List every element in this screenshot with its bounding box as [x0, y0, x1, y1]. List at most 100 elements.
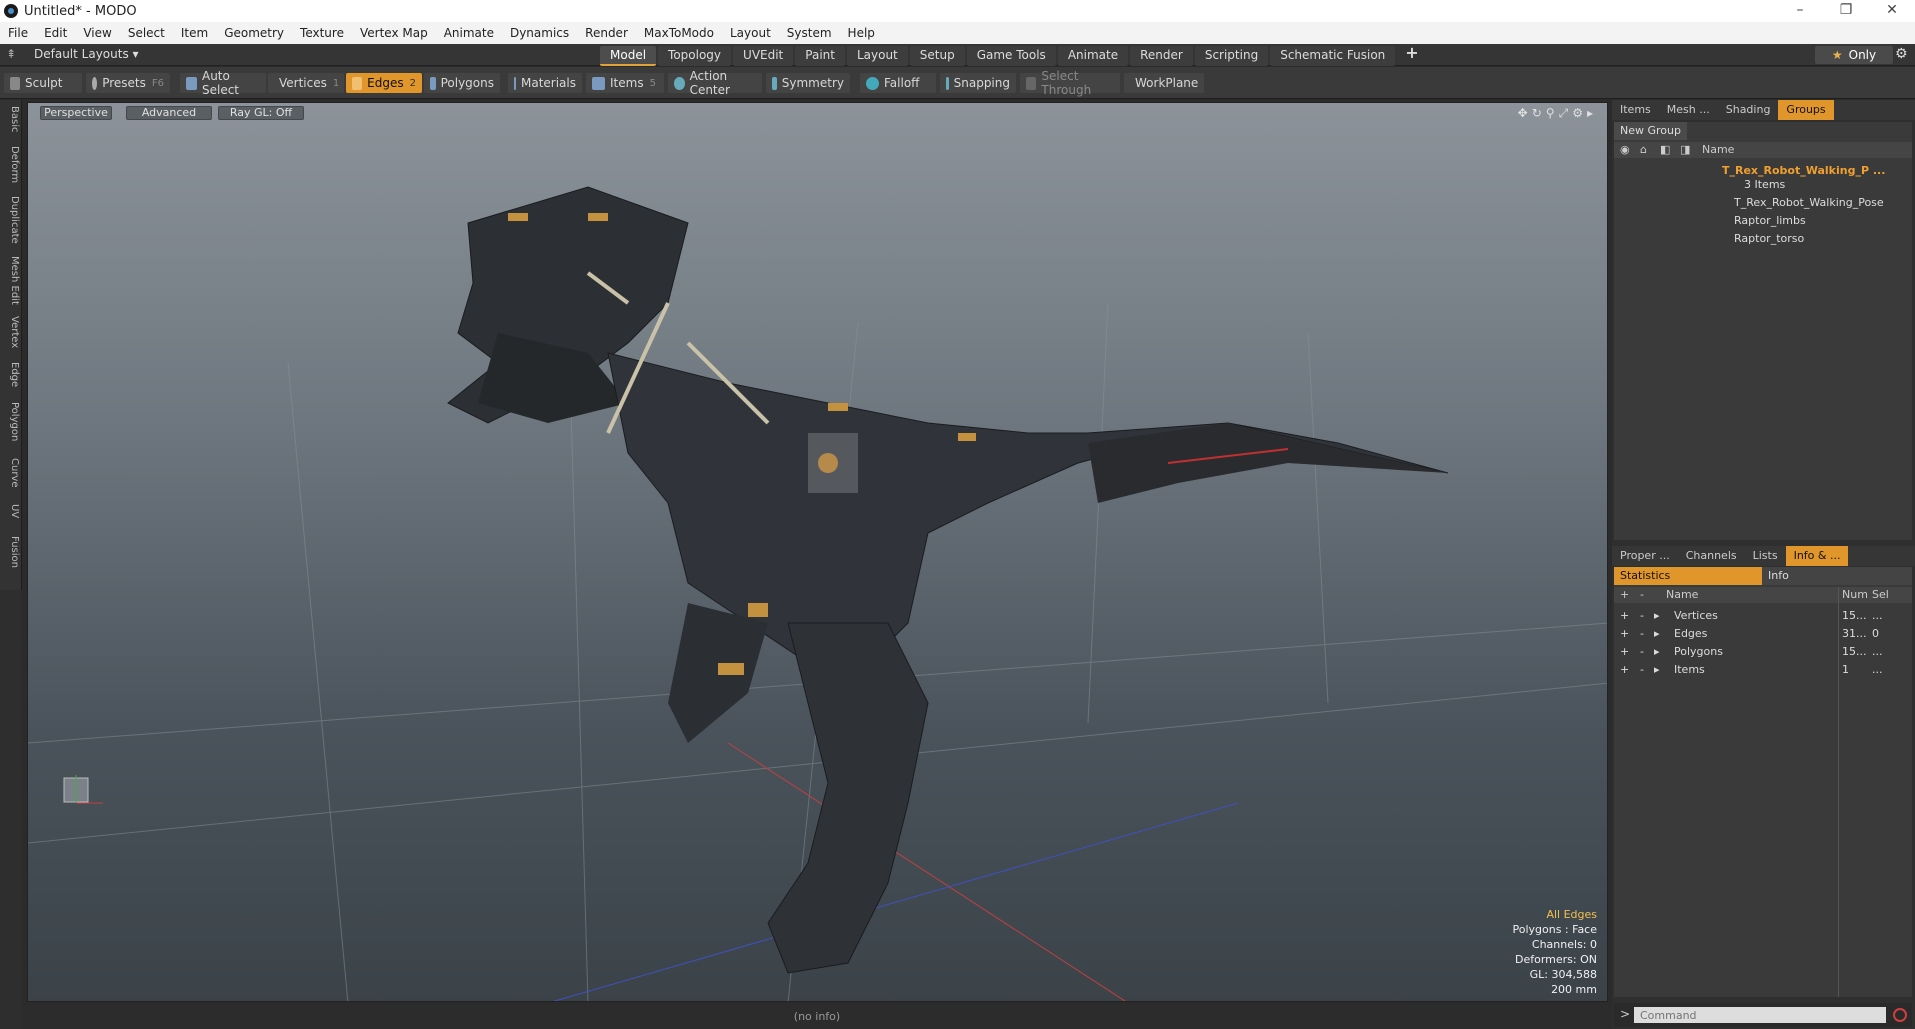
tab-scripting[interactable]: Scripting	[1194, 46, 1269, 66]
materials-button[interactable]: Materials	[508, 73, 582, 93]
rotate-icon[interactable]: ↻	[1532, 106, 1542, 121]
3d-viewport[interactable]: Perspective Advanced Ray GL: Off ✥ ↻ ⚲ ⤢…	[27, 102, 1608, 1002]
tab-schematic-fusion[interactable]: Schematic Fusion	[1270, 46, 1396, 66]
edges-button[interactable]: Edges 2	[346, 73, 422, 93]
tab-properties[interactable]: Proper ...	[1612, 546, 1678, 566]
tab-game-tools[interactable]: Game Tools	[966, 46, 1056, 66]
menu-vertex-map[interactable]: Vertex Map	[352, 26, 436, 40]
pan-icon[interactable]: ✥	[1518, 106, 1528, 121]
tab-animate[interactable]: Animate	[1057, 46, 1129, 66]
menu-animate[interactable]: Animate	[436, 26, 502, 40]
menu-render[interactable]: Render	[577, 26, 636, 40]
menu-texture[interactable]: Texture	[292, 26, 352, 40]
menu-maxtomodo[interactable]: MaxToModo	[636, 26, 722, 40]
list-item[interactable]: T_Rex_Robot_Walking_Pose	[1614, 194, 1912, 212]
record-icon[interactable]	[1893, 1008, 1907, 1022]
tooltab-uv[interactable]: UV	[2, 504, 20, 518]
collapse-minus[interactable]: -	[1640, 609, 1644, 622]
advanced-button[interactable]: Advanced	[126, 106, 212, 120]
tab-info-statistics[interactable]: Info & ...	[1785, 546, 1849, 566]
fit-icon[interactable]: ⤢	[1559, 106, 1569, 121]
menu-item[interactable]: Item	[173, 26, 216, 40]
expand-plus[interactable]: +	[1620, 645, 1629, 658]
sculpt-button[interactable]: Sculpt	[4, 73, 82, 93]
menu-select[interactable]: Select	[120, 26, 173, 40]
triangle-icon[interactable]: ▸	[1654, 663, 1660, 676]
only-button[interactable]: ★ Only	[1815, 46, 1893, 64]
tab-model[interactable]: Model	[600, 46, 657, 66]
statistics-tab[interactable]: Statistics	[1614, 567, 1762, 585]
table-row[interactable]: + - ▸ Items 1 ...	[1614, 661, 1912, 679]
table-row[interactable]: + - ▸ Edges 31... 0	[1614, 625, 1912, 643]
tab-render[interactable]: Render	[1130, 46, 1193, 66]
viewport-expand-icon[interactable]: ▸	[1587, 106, 1593, 121]
expand-plus[interactable]: +	[1620, 609, 1629, 622]
tab-groups[interactable]: Groups	[1778, 100, 1834, 120]
symmetry-button[interactable]: Symmetry	[766, 73, 850, 93]
expand-plus[interactable]: +	[1620, 627, 1629, 640]
perspective-button[interactable]: Perspective	[40, 106, 112, 120]
close-button[interactable]: ✕	[1869, 0, 1915, 22]
menu-dynamics[interactable]: Dynamics	[502, 26, 577, 40]
tab-paint[interactable]: Paint	[795, 46, 845, 66]
menu-system[interactable]: System	[779, 26, 840, 40]
menu-view[interactable]: View	[75, 26, 119, 40]
vertices-button[interactable]: Vertices 1	[268, 73, 344, 93]
falloff-button[interactable]: Falloff	[860, 73, 936, 93]
tooltab-curve[interactable]: Curve	[2, 458, 20, 488]
triangle-icon[interactable]: ▸	[1654, 627, 1660, 640]
menu-edit[interactable]: Edit	[36, 26, 75, 40]
new-group-button[interactable]: New Group	[1614, 122, 1687, 140]
tab-topology[interactable]: Topology	[658, 46, 732, 66]
select-through-button[interactable]: Select Through	[1020, 69, 1120, 97]
command-input[interactable]	[1634, 1007, 1886, 1023]
menu-file[interactable]: File	[0, 26, 36, 40]
workplane-button[interactable]: WorkPlane	[1124, 73, 1204, 93]
presets-button[interactable]: Presets F6	[86, 73, 170, 93]
polygons-button[interactable]: Polygons	[424, 73, 500, 93]
collapse-minus[interactable]: -	[1640, 645, 1644, 658]
tooltab-basic[interactable]: Basic	[2, 106, 20, 132]
list-item[interactable]: Raptor_limbs	[1614, 212, 1912, 230]
info-tab[interactable]: Info	[1768, 567, 1789, 585]
add-tab-button[interactable]: +	[1397, 45, 1426, 66]
minimize-button[interactable]: –	[1777, 0, 1823, 22]
tab-shading[interactable]: Shading	[1718, 100, 1779, 120]
tab-layout[interactable]: Layout	[846, 46, 908, 66]
triangle-icon[interactable]: ▸	[1654, 609, 1660, 622]
collapse-minus[interactable]: -	[1640, 663, 1644, 676]
menu-geometry[interactable]: Geometry	[216, 26, 292, 40]
tab-mesh[interactable]: Mesh ...	[1659, 100, 1718, 120]
tab-uvedit[interactable]: UVEdit	[733, 46, 794, 66]
collapse-minus[interactable]: -	[1640, 627, 1644, 640]
table-row[interactable]: + - ▸ Polygons 15... ...	[1614, 643, 1912, 661]
expand-plus[interactable]: +	[1620, 663, 1629, 676]
layout-pin-icon[interactable]: ⇞	[6, 47, 20, 61]
tab-lists[interactable]: Lists	[1745, 546, 1786, 566]
ray-gl-button[interactable]: Ray GL: Off	[218, 106, 304, 120]
viewport-settings-icon[interactable]: ⚙	[1572, 106, 1583, 121]
tooltab-fusion[interactable]: Fusion	[2, 536, 20, 568]
t-rex-robot-model[interactable]	[447, 186, 1449, 974]
tooltab-polygon[interactable]: Polygon	[2, 402, 20, 441]
tooltab-vertex[interactable]: Vertex	[2, 316, 20, 348]
items-button[interactable]: Items 5	[586, 73, 664, 93]
list-item[interactable]: Raptor_torso	[1614, 230, 1912, 248]
auto-select-button[interactable]: Auto Select	[180, 69, 266, 97]
menu-layout[interactable]: Layout	[722, 26, 779, 40]
triangle-icon[interactable]: ▸	[1654, 645, 1660, 658]
tab-channels[interactable]: Channels	[1678, 546, 1745, 566]
maximize-button[interactable]: ❐	[1823, 0, 1869, 22]
tab-items[interactable]: Items	[1612, 100, 1659, 120]
action-center-button[interactable]: Action Center	[668, 69, 762, 97]
tooltab-duplicate[interactable]: Duplicate	[2, 196, 20, 244]
table-row[interactable]: + - ▸ Vertices 15... ...	[1614, 607, 1912, 625]
menu-help[interactable]: Help	[840, 26, 883, 40]
snapping-button[interactable]: Snapping	[940, 73, 1016, 93]
layouts-dropdown[interactable]: Default Layouts ▾	[34, 47, 139, 61]
gear-icon[interactable]: ⚙	[1895, 46, 1908, 62]
tooltab-edge[interactable]: Edge	[2, 362, 20, 387]
tooltab-deform[interactable]: Deform	[2, 146, 20, 183]
tab-setup[interactable]: Setup	[909, 46, 965, 66]
tooltab-mesh-edit[interactable]: Mesh Edit	[2, 256, 20, 305]
